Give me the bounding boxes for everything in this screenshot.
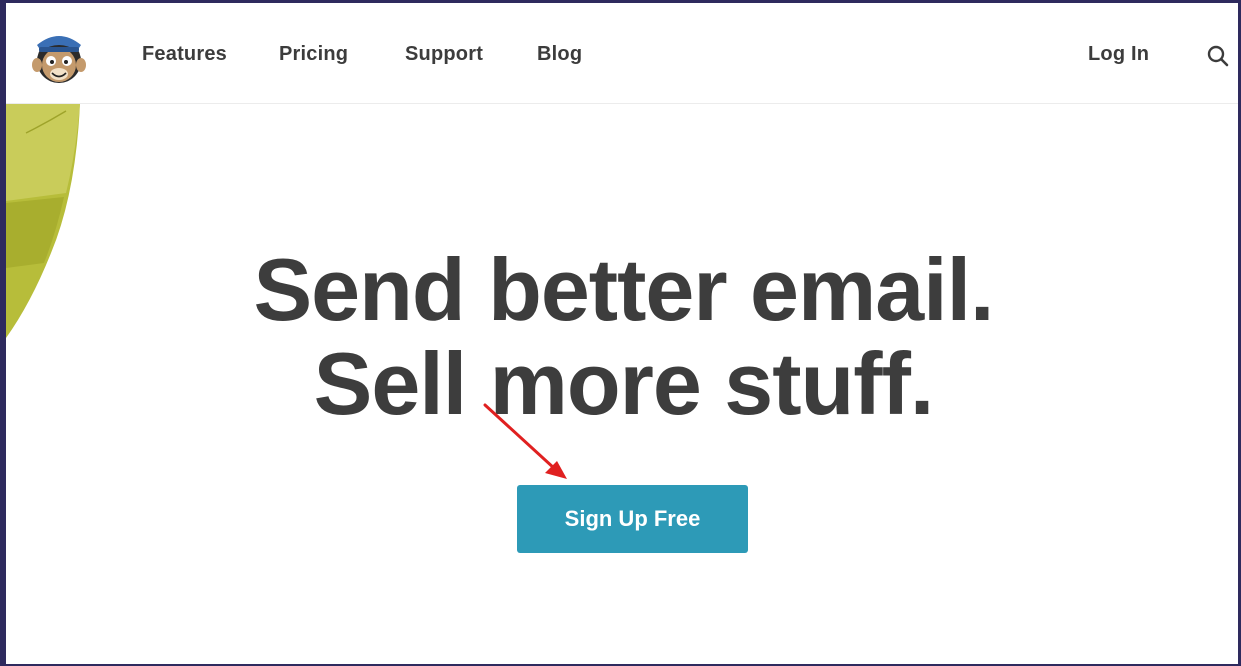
nav-link-blog[interactable]: Blog bbox=[537, 43, 582, 66]
red-arrow-annotation-icon bbox=[483, 403, 567, 479]
hero-headline: Send better email. Sell more stuff. bbox=[6, 240, 1238, 433]
nav-link-support[interactable]: Support bbox=[405, 43, 483, 66]
nav-link-features[interactable]: Features bbox=[142, 43, 227, 66]
nav-link-pricing[interactable]: Pricing bbox=[279, 43, 348, 66]
hero-headline-line-1: Send better email. bbox=[253, 240, 994, 339]
browser-viewport: Features Pricing Support Blog Log In Sen… bbox=[0, 0, 1241, 666]
login-link[interactable]: Log In bbox=[1088, 43, 1149, 66]
search-icon[interactable] bbox=[1206, 44, 1230, 68]
sign-up-free-button[interactable]: Sign Up Free bbox=[517, 485, 748, 553]
hero-headline-line-2: Sell more stuff. bbox=[313, 334, 935, 433]
mailchimp-monkey-logo-icon[interactable] bbox=[29, 25, 89, 87]
top-navigation: Features Pricing Support Blog Log In bbox=[6, 3, 1238, 104]
